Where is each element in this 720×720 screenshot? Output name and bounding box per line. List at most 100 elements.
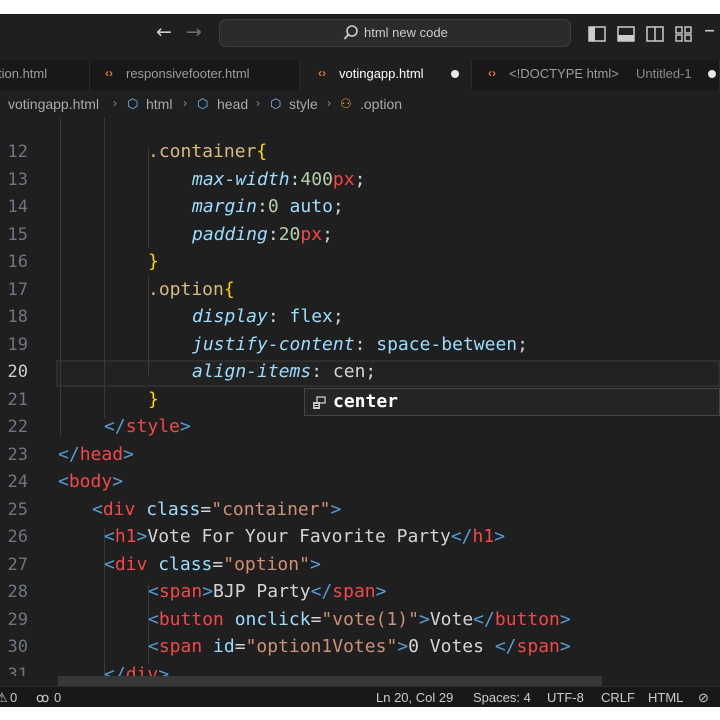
arrow-left-icon[interactable]: ← — [156, 21, 172, 43]
chevron-right-icon: › — [256, 96, 260, 110]
tag-bracket: </ — [450, 526, 473, 547]
suggestion-widget[interactable]: center — [304, 388, 720, 416]
ports-icon[interactable]: ꝏ — [36, 690, 49, 706]
indent-guide — [148, 148, 149, 248]
brace: } — [148, 389, 159, 410]
code-line-13: max-width:400px; — [192, 169, 365, 190]
enum-value-icon — [313, 396, 326, 409]
customize-layout-icon[interactable] — [675, 26, 693, 42]
tag-name: span — [516, 636, 560, 657]
search-icon — [343, 25, 358, 40]
css-property: padding — [192, 224, 268, 245]
punctuation: ; — [332, 196, 344, 217]
css-selector: .container — [148, 141, 257, 162]
toggle-panel-icon[interactable] — [617, 26, 635, 42]
minimize-icon[interactable]: – — [704, 18, 715, 43]
punctuation: : — [267, 224, 279, 245]
tag-bracket: > — [418, 609, 430, 630]
css-property: margin — [192, 196, 258, 217]
breadcrumb-option[interactable]: .option — [360, 96, 402, 112]
line-number: 12 — [7, 142, 28, 162]
tag-name: head — [79, 444, 124, 465]
chevron-right-icon: › — [327, 96, 331, 110]
code-editor[interactable]: 12 13 14 15 16 17 18 19 20 21 22 23 24 2… — [0, 118, 720, 676]
punctuation: ; — [354, 169, 366, 190]
unsaved-dot-icon[interactable] — [708, 70, 716, 78]
code-line-19: justify-content: space-between; — [192, 334, 528, 355]
attribute-value: "option1Votes" — [245, 636, 398, 657]
line-number: 18 — [7, 307, 28, 327]
line-number: 25 — [7, 500, 28, 520]
toggle-secondary-sidebar-icon[interactable] — [646, 26, 664, 42]
tab-votingapp-html[interactable]: ‹› votingapp.html — [300, 60, 472, 90]
code-line-25: <div class="container"> — [92, 499, 341, 520]
css-value: cen — [332, 361, 366, 382]
cursor-position[interactable]: Ln 20, Col 29 — [376, 690, 453, 705]
tab-label: tion.html — [0, 66, 48, 81]
editor-tabs: tion.html ‹› responsivefooter.html ‹› vo… — [0, 60, 720, 90]
code-line-22: </style> — [104, 416, 191, 437]
css-unit: px — [332, 169, 355, 190]
tab-tion-html[interactable]: tion.html — [0, 60, 90, 90]
line-number: 24 — [7, 472, 28, 492]
warnings-count[interactable]: 0 — [54, 690, 61, 705]
encoding[interactable]: UTF-8 — [547, 690, 584, 705]
line-number: 23 — [7, 445, 28, 465]
tag-name: style — [125, 416, 180, 437]
unsaved-dot-icon[interactable] — [451, 70, 459, 78]
symbol-element-icon: ⬡ — [270, 96, 282, 111]
code-line-21: } — [148, 389, 159, 410]
arrow-right-icon[interactable]: → — [186, 21, 202, 43]
tag-bracket: > — [309, 554, 321, 575]
command-center-text: html new code — [364, 25, 448, 40]
tag-bracket: > — [397, 636, 409, 657]
chevron-right-icon: › — [113, 96, 117, 110]
breadcrumb-head[interactable]: head — [217, 96, 248, 112]
punctuation: ; — [365, 361, 377, 382]
code-line-24: <body> — [58, 471, 123, 492]
errors-icon[interactable]: ⚠ — [0, 690, 8, 706]
breadcrumb-html[interactable]: html — [146, 96, 172, 112]
command-center-search[interactable]: html new code — [219, 19, 571, 47]
errors-count[interactable]: 0 — [10, 690, 17, 705]
code-line-30: <span id="option1Votes">0 Votes </span> — [148, 636, 571, 657]
tag-bracket: </ — [494, 636, 517, 657]
no-bell-icon[interactable]: ⊘ — [698, 690, 709, 706]
code-line-16: } — [148, 251, 159, 272]
line-number: 14 — [7, 197, 28, 217]
line-number: 13 — [7, 170, 28, 190]
attribute-value: "container" — [211, 499, 331, 520]
tag-bracket: < — [148, 581, 159, 602]
tab-label: <!DOCTYPE html> — [509, 66, 619, 81]
tag-bracket: > — [136, 526, 148, 547]
tag-bracket: </ — [473, 609, 495, 630]
breadcrumb-file[interactable]: votingapp.html — [8, 96, 99, 112]
tab-untitled-1[interactable]: ‹› <!DOCTYPE html> Untitled-1 — [472, 60, 720, 90]
suggestion-item-center[interactable]: center — [333, 391, 398, 412]
text-content: BJP Party — [213, 581, 311, 602]
tag-bracket: > — [494, 526, 506, 547]
brace: { — [223, 279, 235, 300]
indent-guide — [104, 118, 105, 418]
tag-name: h1 — [114, 526, 137, 547]
line-number: 20 — [7, 362, 28, 382]
toggle-primary-sidebar-icon[interactable] — [588, 26, 606, 42]
tag-bracket: < — [92, 499, 103, 520]
line-number: 26 — [7, 527, 28, 547]
current-line-highlight — [56, 360, 720, 387]
punctuation: : — [311, 361, 333, 382]
code-line-17: .option{ — [148, 279, 235, 300]
code-line-18: display: flex; — [192, 306, 344, 327]
code-line-14: margin:0 auto; — [192, 196, 344, 217]
indentation[interactable]: Spaces: 4 — [473, 690, 531, 705]
css-property: display — [192, 306, 268, 327]
language-mode[interactable]: HTML — [648, 690, 683, 705]
code-line-27: <div class="option"> — [104, 554, 321, 575]
code-line-20: align-items: cen; — [192, 361, 376, 382]
breadcrumb-style[interactable]: style — [289, 96, 318, 112]
end-of-line[interactable]: CRLF — [601, 690, 635, 705]
brace: } — [148, 251, 159, 272]
line-number: 30 — [7, 637, 28, 657]
code-line-12: .container{ — [148, 141, 267, 162]
tab-responsivefooter-html[interactable]: ‹› responsivefooter.html — [90, 60, 300, 90]
